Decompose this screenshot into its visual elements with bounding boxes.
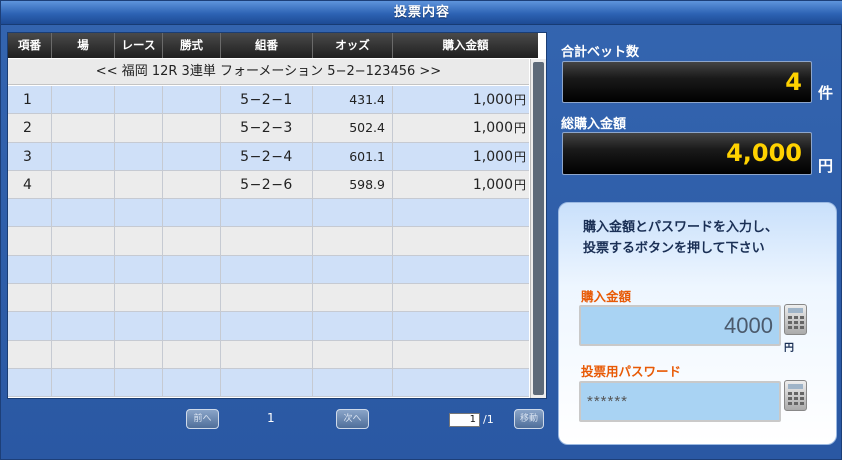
amount-value: 1,000 — [472, 148, 513, 165]
amount-unit: 円 — [513, 93, 526, 107]
cell-odds: 601.1 — [313, 142, 393, 170]
header-combination: 組番 — [221, 33, 313, 58]
cell-place — [52, 170, 115, 199]
amount-value: 1,000 — [472, 92, 513, 108]
cell-place — [52, 86, 115, 114]
table-body: 1 5−2−1 431.4 1,000円 2 5−2−3 502.4 1,000… — [8, 86, 529, 398]
purchase-amount-label: 購入金額 — [581, 289, 632, 304]
purchase-amount-unit: 円 — [784, 343, 794, 354]
move-page-button[interactable]: 移動 — [514, 409, 544, 429]
amount-unit: 円 — [513, 149, 526, 164]
amount-value: 1,000 — [472, 176, 513, 193]
cell-bet-type — [163, 114, 221, 142]
cell-place — [52, 114, 115, 142]
cell-index: 1 — [8, 86, 52, 114]
cell-race — [115, 86, 163, 114]
purchase-form-panel: 購入金額とパスワードを入力し、 投票するボタンを押して下さい 購入金額 4000… — [558, 202, 837, 445]
page-total: /1 — [483, 413, 494, 426]
window-title: 投票内容 — [393, 5, 450, 20]
empty-row — [8, 368, 529, 398]
cell-bet-type — [163, 86, 221, 114]
empty-row — [8, 284, 529, 313]
prev-page-button[interactable]: 前へ — [186, 409, 219, 429]
header-race: レース — [115, 33, 163, 58]
bets-count-display: 4 — [562, 61, 812, 103]
bet-summary-banner: << 福岡 12R 3連単 フォーメーション 5−2−123456 >> — [8, 59, 529, 85]
cell-amount: 1,000円 — [393, 114, 529, 141]
page-jump-input[interactable]: 1 — [449, 413, 480, 427]
cell-amount: 1,000円 — [393, 171, 529, 198]
bets-count-label: 合計ベット数 — [561, 45, 640, 60]
cell-combination: 5−2−6 — [221, 170, 313, 199]
cell-combination: 5−2−3 — [221, 114, 313, 142]
amount-unit: 円 — [513, 177, 526, 192]
amount-unit: 円 — [513, 121, 526, 136]
instruction-line-1: 購入金額とパスワードを入力し、 — [583, 220, 779, 235]
password-label: 投票用パスワード — [581, 364, 682, 379]
cell-amount: 1,000円 — [393, 86, 529, 113]
bets-count-unit: 件 — [818, 84, 834, 102]
cell-race — [115, 114, 163, 142]
empty-row — [8, 255, 529, 285]
instruction-line-2: 投票するボタンを押して下さい — [583, 241, 765, 256]
cell-race — [115, 170, 163, 199]
cell-bet-type — [163, 170, 221, 199]
empty-row — [8, 199, 529, 228]
instruction-message: 購入金額とパスワードを入力し、 投票するボタンを押して下さい — [583, 217, 778, 259]
vote-table: 項番 場 レース 勝式 組番 オッズ 購入金額 << 福岡 12R 3連単 フォ… — [7, 32, 547, 399]
calculator-icon[interactable] — [784, 304, 807, 335]
empty-row — [8, 340, 529, 369]
cell-odds: 598.9 — [313, 170, 393, 199]
header-bet-type: 勝式 — [163, 33, 221, 58]
total-amount-label: 総購入金額 — [561, 117, 627, 132]
amount-value: 1,000 — [472, 120, 513, 137]
table-row[interactable]: 1 5−2−1 431.4 1,000円 — [8, 86, 529, 115]
table-header: 項番 場 レース 勝式 組番 オッズ 購入金額 — [8, 33, 538, 58]
header-amount: 購入金額 — [442, 38, 489, 52]
cell-race — [115, 142, 163, 170]
purchase-amount-input[interactable]: 4000 — [579, 305, 781, 346]
total-amount-display: 4,000 — [562, 132, 812, 175]
cell-odds: 431.4 — [313, 86, 393, 114]
empty-row — [8, 227, 529, 256]
scrollbar-thumb[interactable] — [533, 62, 544, 395]
next-page-button[interactable]: 次へ — [336, 409, 369, 429]
cell-amount: 1,000円 — [393, 143, 529, 170]
empty-row — [8, 312, 529, 341]
cell-index: 4 — [8, 170, 52, 199]
header-place: 場 — [52, 33, 115, 58]
cell-bet-type — [163, 142, 221, 170]
cell-combination: 5−2−1 — [221, 86, 313, 114]
vote-content-window: 投票内容 項番 場 レース 勝式 組番 オッズ 購入金額 << 福岡 12R 3… — [0, 0, 842, 460]
cell-place — [52, 142, 115, 170]
total-amount-unit: 円 — [818, 157, 834, 175]
current-page-number: 1 — [267, 411, 275, 425]
calculator-icon[interactable] — [784, 380, 807, 411]
table-row[interactable]: 2 5−2−3 502.4 1,000円 — [8, 114, 529, 143]
cell-index: 2 — [8, 114, 52, 142]
cell-combination: 5−2−4 — [221, 142, 313, 170]
cell-index: 3 — [8, 142, 52, 170]
table-row[interactable]: 4 5−2−6 598.9 1,000円 — [8, 170, 529, 200]
header-odds: オッズ — [313, 33, 393, 58]
table-row[interactable]: 3 5−2−4 601.1 1,000円 — [8, 142, 529, 171]
password-input[interactable]: ****** — [579, 381, 781, 422]
cell-odds: 502.4 — [313, 114, 393, 142]
header-index: 項番 — [8, 33, 52, 58]
title-bar: 投票内容 — [1, 1, 842, 25]
table-scrollbar[interactable] — [530, 59, 546, 398]
